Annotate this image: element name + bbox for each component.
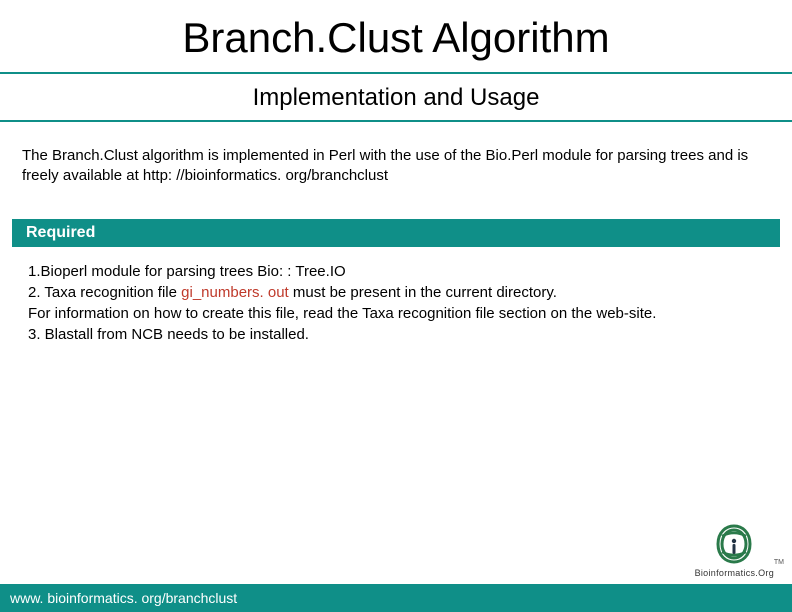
subtitle: Implementation and Usage — [0, 74, 792, 120]
required-header: Required — [12, 219, 780, 247]
trademark-label: TM — [774, 559, 784, 566]
footer-url: www. bioinformatics. org/branchclust — [0, 584, 792, 612]
intro-paragraph: The Branch.Clust algorithm is implemente… — [0, 122, 792, 199]
required-list: 1.Bioperl module for parsing trees Bio: … — [0, 247, 792, 345]
list-item-suffix: must be present in the current directory… — [289, 284, 557, 301]
bioinformatics-logo: TM Bioinformatics.Org — [695, 522, 774, 578]
list-item-note: For information on how to create this fi… — [28, 303, 770, 324]
logo-caption: Bioinformatics.Org — [695, 568, 774, 578]
list-item: 1.Bioperl module for parsing trees Bio: … — [28, 261, 770, 282]
list-item-prefix: 2. Taxa recognition file — [28, 284, 181, 301]
page-title: Branch.Clust Algorithm — [0, 0, 792, 72]
list-item: 2. Taxa recognition file gi_numbers. out… — [28, 282, 770, 303]
list-item: 3. Blastall from NCB needs to be install… — [28, 324, 770, 345]
highlight-filename: gi_numbers. out — [181, 284, 289, 301]
bioinformatics-logo-icon — [712, 522, 756, 566]
